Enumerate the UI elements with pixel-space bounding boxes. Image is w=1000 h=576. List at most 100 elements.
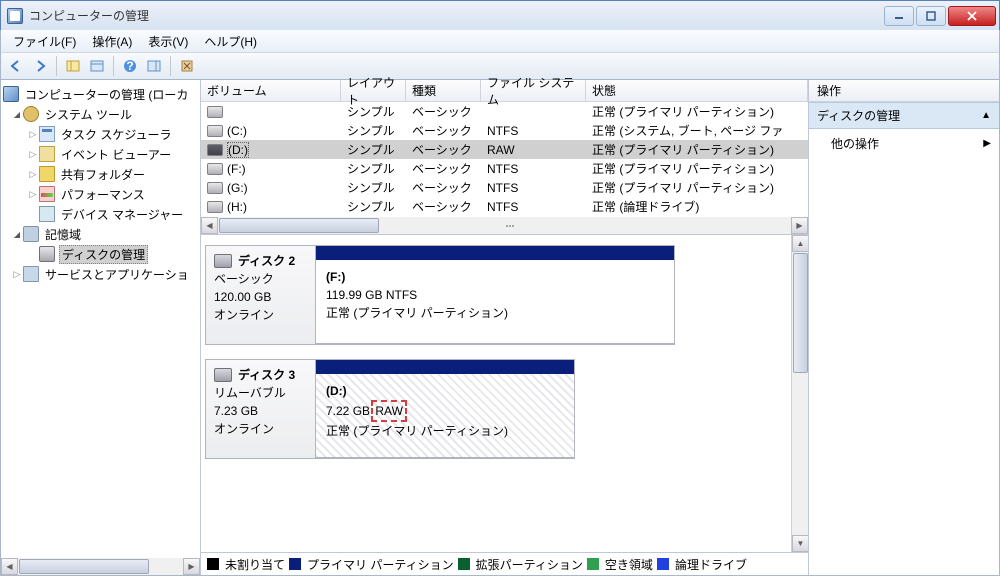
scroll-right-button[interactable]: ▶ — [791, 217, 808, 234]
volume-fs: NTFS — [481, 200, 586, 214]
tree-shared-folders[interactable]: 共有フォルダー — [3, 164, 198, 184]
tree-task-scheduler[interactable]: タスク スケジューラ — [3, 124, 198, 144]
volume-name-cell: (D:) — [201, 142, 341, 158]
expand-icon[interactable] — [11, 269, 23, 280]
back-button[interactable] — [5, 55, 27, 77]
scroll-left-button[interactable]: ◀ — [201, 217, 218, 234]
volume-row[interactable]: (G:)シンプルベーシックNTFS正常 (プライマリ パーティション) — [201, 178, 808, 197]
tree-device-manager[interactable]: デバイス マネージャー — [3, 204, 198, 224]
app-icon — [7, 8, 23, 24]
volume-status: 正常 (プライマリ パーティション) — [586, 179, 808, 196]
volume-icon — [207, 182, 223, 194]
partition[interactable]: (D:) 7.22 GB RAW 正常 (プライマリ パーティション) — [316, 360, 574, 458]
scroll-left-button[interactable]: ◀ — [1, 558, 18, 575]
volume-name-cell: (H:) — [201, 200, 341, 214]
col-type[interactable]: 種類 — [406, 80, 481, 102]
volume-rows[interactable]: シンプルベーシック正常 (プライマリ パーティション)(C:)シンプルベーシック… — [201, 102, 808, 217]
submenu-icon: ▶ — [983, 138, 991, 149]
disk-vscrollbar[interactable]: ▲ ▼ — [791, 235, 808, 552]
tree-event-viewer[interactable]: イベント ビューアー — [3, 144, 198, 164]
col-filesystem[interactable]: ファイル システム — [481, 80, 586, 102]
tree-disk-management[interactable]: ディスクの管理 — [3, 244, 198, 264]
disk-block-2[interactable]: ディスク 2 ベーシック 120.00 GB オンライン (F:) 119.99… — [205, 245, 675, 345]
volume-status: 正常 (論理ドライブ) — [586, 198, 808, 215]
col-status[interactable]: 状態 — [586, 80, 808, 102]
volume-name: (D:) — [227, 142, 249, 158]
toolbar-separator — [170, 56, 171, 76]
computer-icon — [3, 86, 19, 102]
volume-status: 正常 (プライマリ パーティション) — [586, 141, 808, 158]
partition-bar — [316, 360, 574, 374]
legend-extended: 拡張パーティション — [476, 556, 583, 573]
volume-name-cell: (C:) — [201, 124, 341, 138]
expand-icon[interactable] — [27, 189, 39, 200]
vollist-hscrollbar[interactable]: ◀ ▶ — [201, 217, 808, 234]
actions-selected[interactable]: ディスクの管理 ▲ — [809, 102, 999, 129]
partition[interactable]: (F:) 119.99 GB NTFS 正常 (プライマリ パーティション) — [316, 246, 674, 344]
legend-logical-icon — [657, 558, 669, 570]
tree-performance[interactable]: パフォーマンス — [3, 184, 198, 204]
minimize-button[interactable] — [884, 6, 914, 26]
scroll-thumb[interactable] — [219, 218, 379, 233]
actions-other[interactable]: 他の操作 ▶ — [809, 129, 999, 158]
expand-icon[interactable] — [27, 129, 39, 140]
tree-hscrollbar[interactable]: ◀ ▶ — [1, 558, 200, 575]
actions-other-label: 他の操作 — [831, 135, 879, 152]
volume-status: 正常 (プライマリ パーティション) — [586, 103, 808, 120]
volume-row[interactable]: シンプルベーシック 正常 (プライマリ パーティション) — [201, 102, 808, 121]
volume-layout: シンプル — [341, 179, 406, 196]
tree-label: ディスクの管理 — [59, 245, 148, 264]
menu-action[interactable]: 操作(A) — [84, 31, 140, 52]
volume-row[interactable]: (C:)シンプルベーシックNTFS正常 (システム, ブート, ページ ファ — [201, 121, 808, 140]
properties-button[interactable] — [86, 55, 108, 77]
svg-text:?: ? — [126, 59, 133, 73]
partition-size: 119.99 GB NTFS — [326, 286, 664, 304]
tree-services[interactable]: サービスとアプリケーショ — [3, 264, 198, 284]
scroll-thumb[interactable] — [793, 253, 808, 373]
collapse-icon[interactable]: ▲ — [981, 110, 991, 121]
refresh-icon[interactable] — [176, 55, 198, 77]
scroll-down-button[interactable]: ▼ — [792, 535, 808, 552]
task-icon — [39, 126, 55, 142]
tree[interactable]: コンピューターの管理 (ローカ システム ツール タスク スケジューラ イベント… — [1, 80, 200, 558]
actions-body: ディスクの管理 ▲ 他の操作 ▶ — [809, 102, 999, 575]
volume-row[interactable]: (D:)シンプルベーシックRAW正常 (プライマリ パーティション) — [201, 140, 808, 159]
tree-label: パフォーマンス — [59, 186, 147, 203]
disk-scroll[interactable]: ディスク 2 ベーシック 120.00 GB オンライン (F:) 119.99… — [201, 235, 808, 552]
tree-storage[interactable]: 記憶域 — [3, 224, 198, 244]
volume-type: ベーシック — [406, 103, 481, 120]
partition-body: (D:) 7.22 GB RAW 正常 (プライマリ パーティション) — [316, 374, 574, 458]
action-pane-button[interactable] — [143, 55, 165, 77]
volume-row[interactable]: (H:)シンプルベーシックNTFS正常 (論理ドライブ) — [201, 197, 808, 216]
disk-block-3[interactable]: ディスク 3 リムーバブル 7.23 GB オンライン (D:) 7.22 GB… — [205, 359, 575, 459]
show-hide-tree-button[interactable] — [62, 55, 84, 77]
volume-type: ベーシック — [406, 198, 481, 215]
maximize-button[interactable] — [916, 6, 946, 26]
volume-fs: RAW — [481, 143, 586, 157]
menu-help[interactable]: ヘルプ(H) — [196, 31, 265, 52]
volume-row[interactable]: (F:)シンプルベーシックNTFS正常 (プライマリ パーティション) — [201, 159, 808, 178]
menu-view[interactable]: 表示(V) — [140, 31, 196, 52]
help-button[interactable]: ? — [119, 55, 141, 77]
forward-button[interactable] — [29, 55, 51, 77]
col-layout[interactable]: レイアウト — [341, 80, 406, 102]
disk-icon — [214, 368, 232, 382]
expand-icon[interactable] — [11, 109, 23, 120]
volume-layout: シンプル — [341, 103, 406, 120]
expand-icon[interactable] — [27, 169, 39, 180]
menu-file[interactable]: ファイル(F) — [5, 31, 84, 52]
tree-system-tools[interactable]: システム ツール — [3, 104, 198, 124]
volume-fs: NTFS — [481, 181, 586, 195]
tree-label: イベント ビューアー — [59, 146, 173, 163]
disk-name: ディスク 3 — [214, 366, 307, 384]
scroll-right-button[interactable]: ▶ — [183, 558, 200, 575]
expand-icon[interactable] — [27, 149, 39, 160]
close-button[interactable] — [948, 6, 996, 26]
volume-icon — [207, 106, 223, 118]
legend: 未割り当て プライマリ パーティション 拡張パーティション 空き領域 論理ドライ… — [201, 552, 808, 575]
tree-root[interactable]: コンピューターの管理 (ローカ — [3, 84, 198, 104]
scroll-thumb[interactable] — [19, 559, 149, 574]
scroll-up-button[interactable]: ▲ — [792, 235, 808, 252]
col-volume[interactable]: ボリューム — [201, 80, 341, 102]
expand-icon[interactable] — [11, 229, 23, 240]
